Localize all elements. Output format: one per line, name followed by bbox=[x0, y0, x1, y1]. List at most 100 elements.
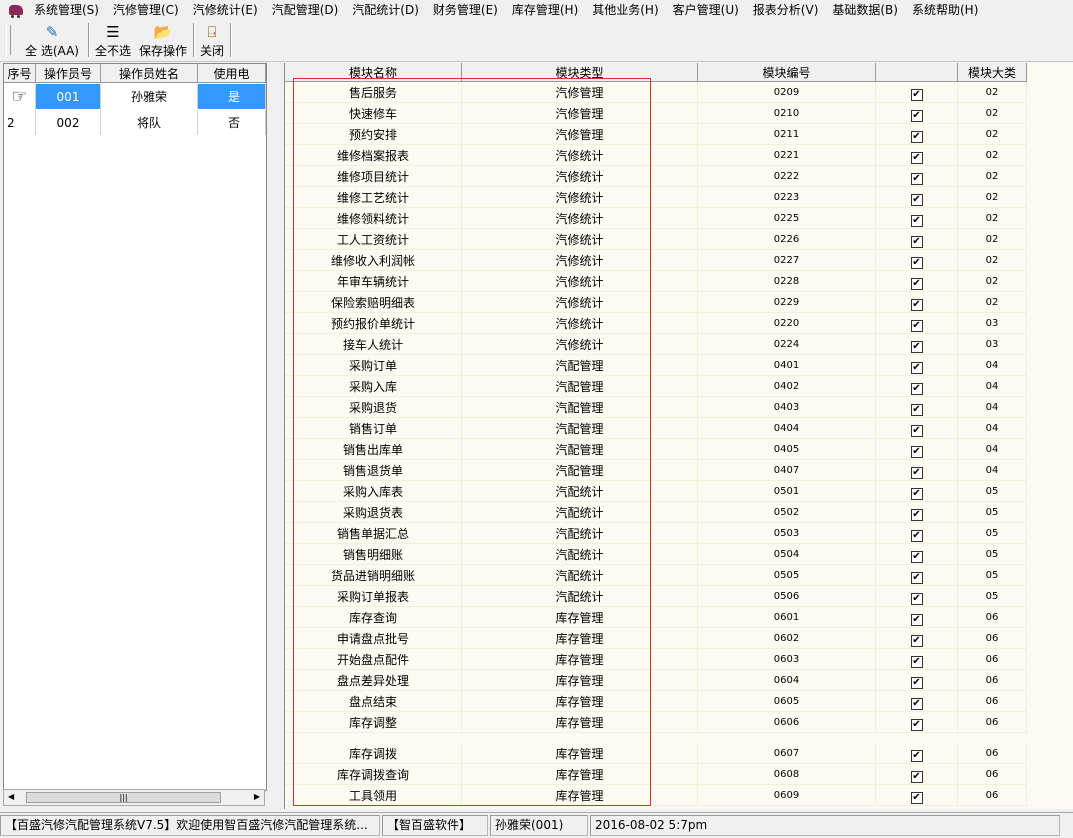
checkmark-icon[interactable]: ✔ bbox=[910, 445, 923, 458]
header-module-name[interactable]: 模块名称 bbox=[285, 63, 462, 81]
menu-other[interactable]: 其他业务(H) bbox=[585, 1, 665, 18]
table-row[interactable]: 盘点差异处理 库存管理 0604 ✔ 06 bbox=[285, 670, 1027, 691]
permission-checkbox[interactable]: ✔ bbox=[876, 502, 958, 523]
table-row[interactable]: 维修档案报表 汽修统计 0221 ✔ 02 bbox=[285, 145, 1027, 166]
permission-checkbox[interactable]: ✔ bbox=[876, 229, 958, 250]
table-row[interactable]: 工具领用 库存管理 0609 ✔ 06 bbox=[285, 785, 1027, 806]
checkmark-icon[interactable]: ✔ bbox=[910, 382, 923, 395]
scroll-left-icon[interactable]: ◀ bbox=[8, 792, 14, 801]
checkmark-icon[interactable]: ✔ bbox=[910, 403, 923, 416]
permission-checkbox[interactable]: ✔ bbox=[876, 691, 958, 712]
permission-checkbox[interactable]: ✔ bbox=[876, 607, 958, 628]
menu-reports[interactable]: 报表分析(V) bbox=[746, 1, 826, 18]
table-row[interactable]: 库存调拨查询 库存管理 0608 ✔ 06 bbox=[285, 764, 1027, 785]
checkmark-icon[interactable]: ✔ bbox=[910, 487, 923, 500]
permission-checkbox[interactable]: ✔ bbox=[876, 271, 958, 292]
permission-checkbox[interactable]: ✔ bbox=[876, 481, 958, 502]
permission-checkbox[interactable]: ✔ bbox=[876, 418, 958, 439]
checkmark-icon[interactable]: ✔ bbox=[910, 319, 923, 332]
permission-checkbox[interactable]: ✔ bbox=[876, 743, 958, 764]
menu-repair-stats[interactable]: 汽修统计(E) bbox=[186, 1, 265, 18]
permission-checkbox[interactable]: ✔ bbox=[876, 565, 958, 586]
table-row[interactable]: 工人工资统计 汽修统计 0226 ✔ 02 bbox=[285, 229, 1027, 250]
table-row[interactable]: 年审车辆统计 汽修统计 0228 ✔ 02 bbox=[285, 271, 1027, 292]
checkmark-icon[interactable]: ✔ bbox=[910, 749, 923, 762]
menu-finance[interactable]: 财务管理(E) bbox=[426, 1, 505, 18]
checkmark-icon[interactable]: ✔ bbox=[910, 529, 923, 542]
checkmark-icon[interactable]: ✔ bbox=[910, 214, 923, 227]
table-row[interactable]: 库存调整 库存管理 0606 ✔ 06 bbox=[285, 712, 1027, 733]
header-module-code[interactable]: 模块编号 bbox=[698, 63, 876, 81]
permission-checkbox[interactable]: ✔ bbox=[876, 670, 958, 691]
table-row[interactable]: 维修收入利润帐 汽修统计 0227 ✔ 02 bbox=[285, 250, 1027, 271]
checkmark-icon[interactable]: ✔ bbox=[910, 508, 923, 521]
checkmark-icon[interactable]: ✔ bbox=[910, 770, 923, 783]
table-row[interactable]: 采购退货表 汽配统计 0502 ✔ 05 bbox=[285, 502, 1027, 523]
table-row[interactable]: 销售单据汇总 汽配统计 0503 ✔ 05 bbox=[285, 523, 1027, 544]
horizontal-scrollbar[interactable]: ◀ ||| ▶ bbox=[3, 789, 265, 806]
permission-checkbox[interactable]: ✔ bbox=[876, 712, 958, 733]
checkmark-icon[interactable]: ✔ bbox=[910, 277, 923, 290]
table-row[interactable]: 申请盘点批号 库存管理 0602 ✔ 06 bbox=[285, 628, 1027, 649]
table-row[interactable]: 接车人统计 汽修统计 0224 ✔ 03 bbox=[285, 334, 1027, 355]
menu-basic-data[interactable]: 基础数据(B) bbox=[825, 1, 905, 18]
permission-checkbox[interactable]: ✔ bbox=[876, 313, 958, 334]
checkmark-icon[interactable]: ✔ bbox=[910, 109, 923, 122]
checkmark-icon[interactable]: ✔ bbox=[910, 466, 923, 479]
header-use[interactable]: 使用电 bbox=[198, 64, 266, 82]
header-module-category[interactable]: 模块大类 bbox=[958, 63, 1027, 81]
permission-checkbox[interactable]: ✔ bbox=[876, 649, 958, 670]
permission-checkbox[interactable]: ✔ bbox=[876, 376, 958, 397]
permission-checkbox[interactable]: ✔ bbox=[876, 460, 958, 481]
table-row[interactable]: 货品进销明细账 汽配统计 0505 ✔ 05 bbox=[285, 565, 1027, 586]
checkmark-icon[interactable]: ✔ bbox=[910, 151, 923, 164]
permission-checkbox[interactable]: ✔ bbox=[876, 82, 958, 103]
checkmark-icon[interactable]: ✔ bbox=[910, 718, 923, 731]
menu-help[interactable]: 系统帮助(H) bbox=[905, 1, 985, 18]
checkmark-icon[interactable]: ✔ bbox=[910, 298, 923, 311]
table-row[interactable]: 采购入库表 汽配统计 0501 ✔ 05 bbox=[285, 481, 1027, 502]
permission-checkbox[interactable]: ✔ bbox=[876, 292, 958, 313]
checkmark-icon[interactable]: ✔ bbox=[910, 550, 923, 563]
menu-repair[interactable]: 汽修管理(C) bbox=[106, 1, 186, 18]
table-row[interactable]: 采购入库 汽配管理 0402 ✔ 04 bbox=[285, 376, 1027, 397]
table-row[interactable]: 销售订单 汽配管理 0404 ✔ 04 bbox=[285, 418, 1027, 439]
header-operator-id[interactable]: 操作员号 bbox=[36, 64, 101, 82]
close-button[interactable]: ⍈ 关闭 bbox=[197, 21, 227, 59]
permission-checkbox[interactable]: ✔ bbox=[876, 628, 958, 649]
checkmark-icon[interactable]: ✔ bbox=[910, 361, 923, 374]
permission-checkbox[interactable]: ✔ bbox=[876, 334, 958, 355]
checkmark-icon[interactable]: ✔ bbox=[910, 235, 923, 248]
checkmark-icon[interactable]: ✔ bbox=[910, 676, 923, 689]
checkmark-icon[interactable]: ✔ bbox=[910, 697, 923, 710]
permission-checkbox[interactable]: ✔ bbox=[876, 355, 958, 376]
permission-checkbox[interactable]: ✔ bbox=[876, 145, 958, 166]
table-row[interactable]: 维修领料统计 汽修统计 0225 ✔ 02 bbox=[285, 208, 1027, 229]
table-row[interactable]: 采购订单 汽配管理 0401 ✔ 04 bbox=[285, 355, 1027, 376]
table-row[interactable]: 库存查询 库存管理 0601 ✔ 06 bbox=[285, 607, 1027, 628]
permission-checkbox[interactable]: ✔ bbox=[876, 166, 958, 187]
header-seq[interactable]: 序号 bbox=[4, 64, 36, 82]
checkmark-icon[interactable]: ✔ bbox=[910, 340, 923, 353]
permission-checkbox[interactable]: ✔ bbox=[876, 187, 958, 208]
header-permission[interactable] bbox=[876, 63, 958, 81]
checkmark-icon[interactable]: ✔ bbox=[910, 172, 923, 185]
header-operator-name[interactable]: 操作员姓名 bbox=[101, 64, 198, 82]
table-row[interactable]: 销售明细账 汽配统计 0504 ✔ 05 bbox=[285, 544, 1027, 565]
checkmark-icon[interactable]: ✔ bbox=[910, 592, 923, 605]
checkmark-icon[interactable]: ✔ bbox=[910, 256, 923, 269]
checkmark-icon[interactable]: ✔ bbox=[910, 791, 923, 804]
table-row[interactable]: 预约报价单统计 汽修统计 0220 ✔ 03 bbox=[285, 313, 1027, 334]
table-row[interactable]: 采购退货 汽配管理 0403 ✔ 04 bbox=[285, 397, 1027, 418]
table-row[interactable]: 预约安排 汽修管理 0211 ✔ 02 bbox=[285, 124, 1027, 145]
table-row[interactable]: 维修项目统计 汽修统计 0222 ✔ 02 bbox=[285, 166, 1027, 187]
save-button[interactable]: 📂 保存操作 bbox=[137, 21, 189, 59]
checkmark-icon[interactable]: ✔ bbox=[910, 193, 923, 206]
table-row[interactable]: 销售出库单 汽配管理 0405 ✔ 04 bbox=[285, 439, 1027, 460]
table-row[interactable]: 售后服务 汽修管理 0209 ✔ 02 bbox=[285, 82, 1027, 103]
table-row[interactable]: 开始盘点配件 库存管理 0603 ✔ 06 bbox=[285, 649, 1027, 670]
checkmark-icon[interactable]: ✔ bbox=[910, 634, 923, 647]
header-module-type[interactable]: 模块类型 bbox=[462, 63, 698, 81]
checkmark-icon[interactable]: ✔ bbox=[910, 130, 923, 143]
permission-checkbox[interactable]: ✔ bbox=[876, 397, 958, 418]
